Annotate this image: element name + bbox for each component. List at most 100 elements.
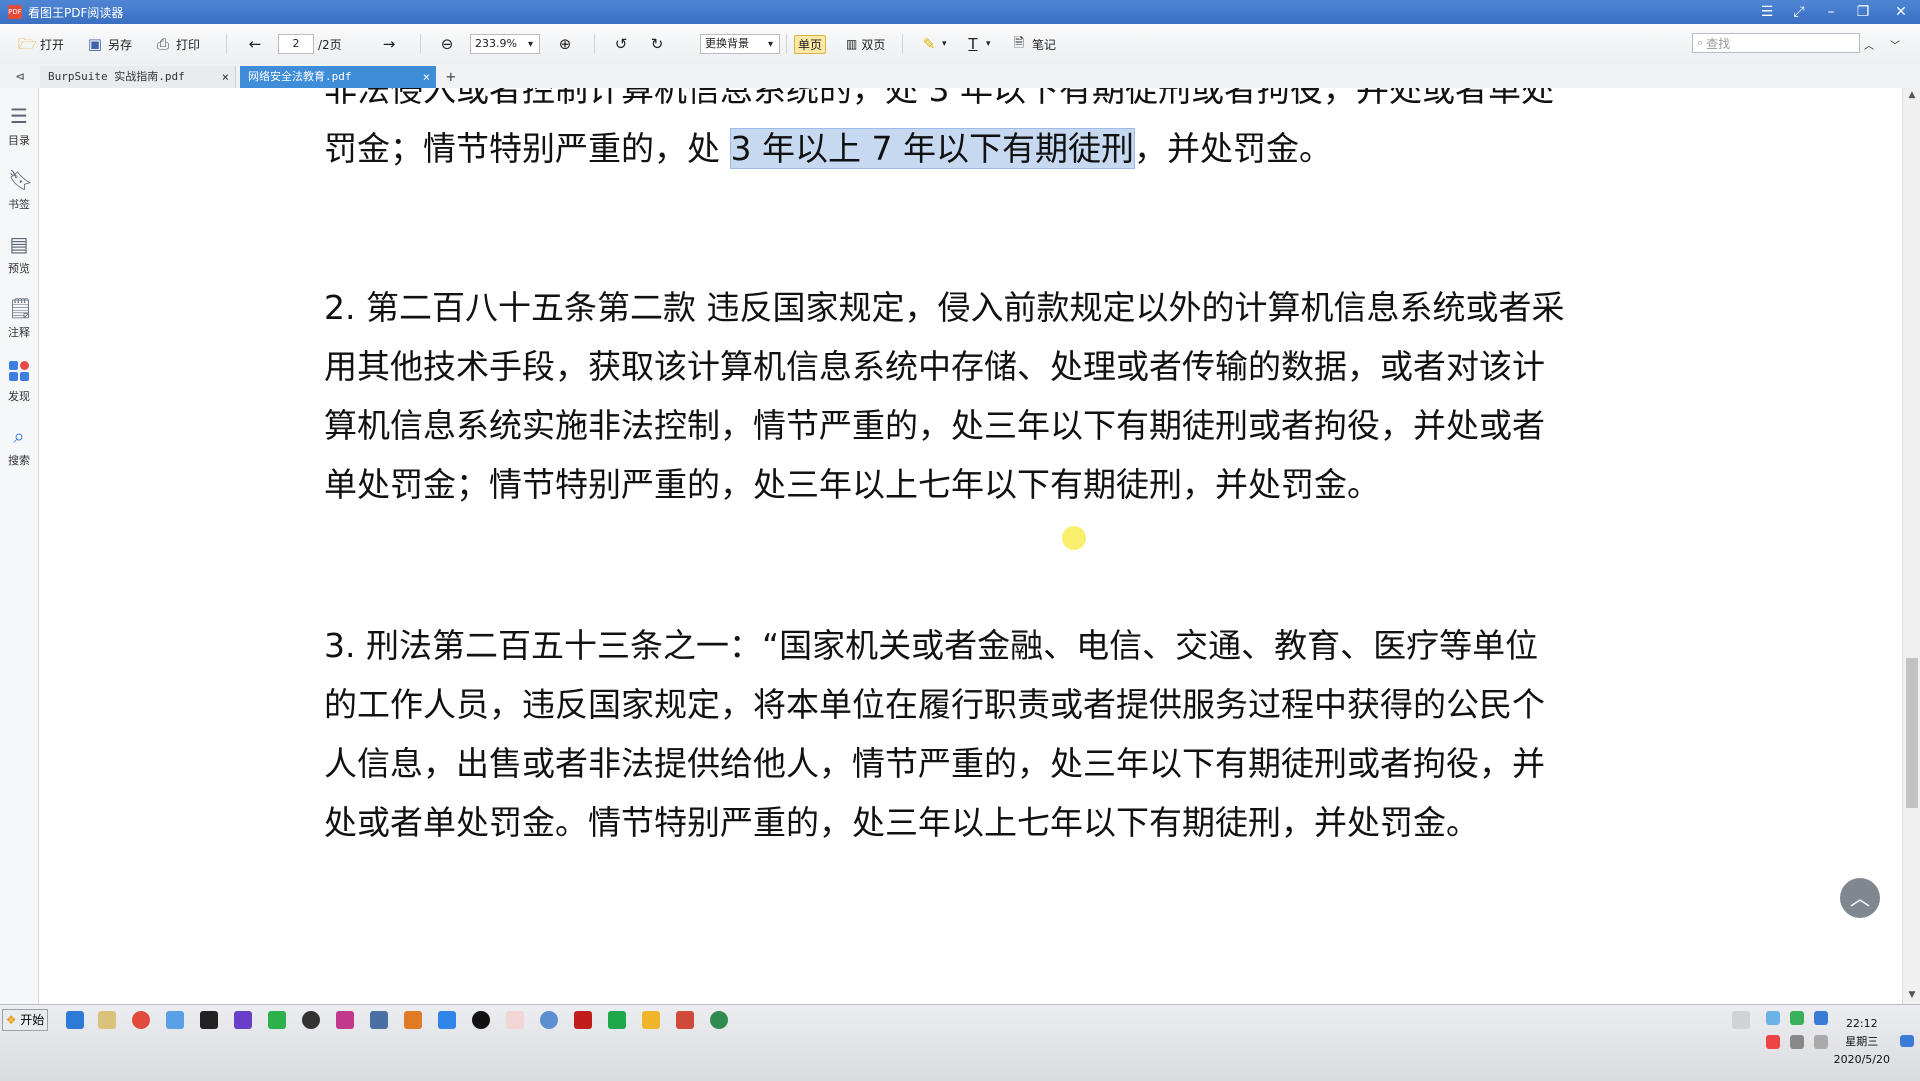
zoom-in-button[interactable]: ⊕ bbox=[556, 34, 574, 54]
save-as-button[interactable]: ▣ 另存 bbox=[86, 34, 132, 54]
fullscreen-icon[interactable]: ⤢ bbox=[1785, 2, 1813, 22]
app-icon[interactable] bbox=[676, 1011, 694, 1029]
highlighter-button[interactable]: ✎ ▾ bbox=[920, 34, 947, 54]
double-page-button[interactable]: ▥ 双页 bbox=[846, 34, 885, 54]
restore-button[interactable]: ❐ bbox=[1849, 2, 1877, 22]
search-next-button[interactable]: ﹀ bbox=[1890, 34, 1900, 54]
text-line: 的工作人员，违反国家规定，将本单位在履行职责或者提供服务过程中获得的公民个 bbox=[324, 685, 1545, 724]
page-number-input[interactable]: 2 bbox=[278, 34, 314, 54]
paragraph-3: 3. 刑法第二百五十三条之一：“国家机关或者金融、电信、交通、教育、医疗等单位 … bbox=[324, 616, 1664, 852]
text-line: 处或者单处罚金。情节特别严重的，处三年以上七年以下有期徒刑，并处罚金。 bbox=[324, 803, 1479, 842]
show-desktop-icon[interactable] bbox=[1900, 1035, 1914, 1047]
note-icon: 🗎 bbox=[1013, 36, 1025, 51]
zoom-out-button[interactable]: ⊖ bbox=[438, 34, 456, 54]
close-tab-icon[interactable]: × bbox=[222, 66, 229, 88]
qq-icon[interactable] bbox=[472, 1011, 490, 1029]
pdf-reader-taskbar-icon[interactable] bbox=[642, 1011, 660, 1029]
sidebar-item-label: 注释 bbox=[8, 326, 30, 339]
sidebar-item-discover[interactable]: 发现 bbox=[0, 360, 38, 404]
back-to-top-button[interactable]: ︿ bbox=[1840, 878, 1880, 918]
new-tab-button[interactable]: + bbox=[442, 66, 466, 88]
security-icon[interactable] bbox=[1790, 1011, 1804, 1025]
zoom-in-icon: ⊕ bbox=[558, 35, 572, 53]
app-icon[interactable] bbox=[336, 1011, 354, 1029]
print-button[interactable]: ⎙ 打印 bbox=[154, 34, 200, 54]
change-background-select[interactable]: 更换背景 ▾ bbox=[700, 34, 780, 54]
save-icon: ▣ bbox=[87, 35, 103, 53]
app-icon[interactable] bbox=[540, 1011, 558, 1029]
network-tool-icon[interactable] bbox=[370, 1011, 388, 1029]
minimize-button[interactable]: – bbox=[1817, 2, 1845, 22]
sidebar-item-annotations[interactable]: 🗒︎ 注释 bbox=[0, 296, 38, 340]
app-icon[interactable] bbox=[506, 1011, 524, 1029]
sidebar-item-label: 发现 bbox=[8, 390, 30, 403]
toolbar: 🗁 打开 ▣ 另存 ⎙ 打印 ← 2 /2页 → ⊖ 233.9% ▾ ⊕ ↺ … bbox=[0, 24, 1920, 65]
prev-page-button[interactable]: ← bbox=[246, 34, 264, 54]
start-button[interactable]: ❖ 开始 bbox=[2, 1009, 48, 1031]
chevron-down-icon: ▾ bbox=[768, 38, 774, 50]
explorer-icon[interactable] bbox=[98, 1011, 116, 1029]
keyboard-icon[interactable] bbox=[1732, 1011, 1750, 1029]
scroll-up-arrow[interactable]: ▲ bbox=[1906, 90, 1918, 102]
sidebar-item-toc[interactable]: ☰ 目录 bbox=[0, 104, 38, 148]
panda-icon[interactable] bbox=[302, 1011, 320, 1029]
app-icon[interactable] bbox=[710, 1011, 728, 1029]
volume-icon[interactable] bbox=[1790, 1035, 1804, 1049]
windows-logo-icon: ❖ bbox=[5, 1013, 17, 1027]
media-player-icon[interactable] bbox=[234, 1011, 252, 1029]
rotate-right-button[interactable]: ↻ bbox=[648, 34, 666, 54]
collapse-sidebar-button[interactable]: ⊲ bbox=[0, 66, 40, 88]
mouse-cursor-highlight bbox=[1062, 526, 1086, 550]
tab-label: BurpSuite 实战指南.pdf bbox=[48, 70, 185, 83]
menu-icon[interactable]: ☰ bbox=[1753, 2, 1781, 22]
tab-label: 网络安全法教育.pdf bbox=[248, 70, 352, 83]
app-icon[interactable] bbox=[438, 1011, 456, 1029]
sidebar-item-bookmarks[interactable]: 🔖︎ 书签 bbox=[0, 168, 38, 212]
sidebar-item-label: 搜索 bbox=[8, 454, 30, 467]
vertical-scrollbar[interactable]: ▲ ▼ bbox=[1902, 88, 1920, 1004]
network-icon[interactable] bbox=[1766, 1011, 1780, 1025]
search-tool-icon[interactable] bbox=[404, 1011, 422, 1029]
app-icon[interactable] bbox=[166, 1011, 184, 1029]
app-icon[interactable] bbox=[608, 1011, 626, 1029]
close-button[interactable]: ✕ bbox=[1887, 2, 1915, 22]
search-placeholder: 查找 bbox=[1706, 36, 1731, 51]
text-tool-button[interactable]: T ▾ bbox=[964, 34, 990, 54]
plus-icon: + bbox=[446, 67, 456, 86]
shield-icon[interactable] bbox=[1814, 1011, 1828, 1025]
chevron-up-icon: ︿ bbox=[1864, 40, 1874, 52]
close-tab-icon[interactable]: × bbox=[423, 66, 430, 88]
note-label: 笔记 bbox=[1032, 37, 1057, 52]
rotate-left-button[interactable]: ↺ bbox=[612, 34, 630, 54]
sidebar-item-preview[interactable]: ▤ 预览 bbox=[0, 232, 38, 276]
next-page-button[interactable]: → bbox=[380, 34, 398, 54]
left-sidebar: ☰ 目录 🔖︎ 书签 ▤ 预览 🗒︎ 注释 发现 ⌕ 搜索 bbox=[0, 88, 39, 1004]
speaker-icon[interactable] bbox=[1814, 1035, 1828, 1049]
chrome-icon[interactable] bbox=[132, 1011, 150, 1029]
sidebar-item-search[interactable]: ⌕ 搜索 bbox=[0, 424, 38, 468]
tab-burpsuite[interactable]: BurpSuite 实战指南.pdf × bbox=[40, 66, 236, 88]
double-page-icon: ▥ bbox=[846, 37, 858, 51]
app-icon[interactable] bbox=[268, 1011, 286, 1029]
search-input[interactable]: ⌕ 查找 bbox=[1692, 33, 1860, 53]
terminal-icon[interactable] bbox=[200, 1011, 218, 1029]
page-total: /2页 bbox=[318, 37, 342, 52]
app-icon[interactable] bbox=[574, 1011, 592, 1029]
search-icon: ⌕ bbox=[1697, 36, 1704, 49]
alert-icon[interactable] bbox=[1766, 1035, 1780, 1049]
selected-text[interactable]: 3 年以上 7 年以下有期徒刑 bbox=[729, 128, 1135, 169]
sidebar-item-label: 预览 bbox=[8, 262, 30, 275]
preview-icon: ▤ bbox=[9, 232, 29, 256]
ie-icon[interactable] bbox=[66, 1011, 84, 1029]
note-button[interactable]: 🗎 笔记 bbox=[1010, 34, 1056, 54]
scrollbar-thumb[interactable] bbox=[1906, 658, 1918, 808]
document-view[interactable]: 非法侵入或者控制计算机信息系统的，处 3 年以下有期徒刑或者拘役，并处或者单处 … bbox=[39, 88, 1902, 1004]
open-button[interactable]: 🗁 打开 bbox=[18, 34, 64, 54]
system-clock[interactable]: 22:12 星期三 2020/5/20 bbox=[1834, 1015, 1890, 1069]
scroll-down-arrow[interactable]: ▼ bbox=[1906, 990, 1918, 1002]
zoom-select[interactable]: 233.9% ▾ bbox=[470, 34, 540, 54]
highlighter-icon: ✎ bbox=[922, 35, 936, 53]
search-prev-button[interactable]: ︿ bbox=[1864, 34, 1874, 54]
tab-network-security[interactable]: 网络安全法教育.pdf × bbox=[240, 66, 436, 88]
single-page-button[interactable]: 单页 bbox=[794, 34, 827, 54]
